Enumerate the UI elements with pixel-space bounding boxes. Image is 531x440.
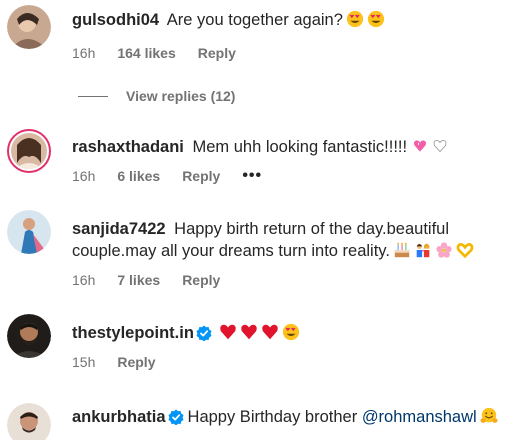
avatar-image: [7, 210, 51, 254]
avatar-image: [7, 314, 51, 358]
comment-meta: 16h 164 likes Reply: [72, 45, 521, 61]
avatar[interactable]: [7, 129, 51, 173]
red-heart-emoji-icon: [241, 324, 257, 340]
heart-eyes-emoji-icon: [282, 323, 300, 341]
comment-body: Are you together again?: [166, 11, 343, 29]
couple-emoji-icon: [416, 243, 430, 258]
comment-meta: 16h 7 likes Reply: [72, 272, 521, 288]
comment-username[interactable]: ankurbhatia: [72, 408, 166, 426]
more-options-icon[interactable]: •••: [242, 167, 262, 185]
cherry-blossom-emoji-icon: [436, 242, 452, 258]
comment-meta: 15h Reply: [72, 354, 521, 370]
birthday-cake-emoji-icon: [394, 242, 410, 258]
reply-button[interactable]: Reply: [182, 272, 220, 288]
comment-text: thestylepoint.in: [72, 322, 521, 344]
comment-time[interactable]: 16h: [72, 45, 95, 61]
comment-text: sanjida7422 Happy birth return of the da…: [72, 218, 521, 262]
comment-likes[interactable]: 7 likes: [117, 272, 160, 288]
avatar[interactable]: [7, 403, 51, 440]
comment-body: Mem uhh looking fantastic!!!!!: [192, 138, 408, 156]
sparkling-heart-emoji-icon: [414, 140, 427, 152]
hugging-face-emoji-icon: [480, 407, 498, 423]
heart-eyes-emoji-icon: [346, 10, 364, 28]
comment-time[interactable]: 16h: [72, 272, 95, 288]
avatar-image: [7, 5, 51, 49]
verified-badge-icon: [168, 409, 184, 425]
comment-username[interactable]: rashaxthadani: [72, 138, 184, 156]
view-replies-label: View replies (12): [126, 88, 236, 104]
comment-likes[interactable]: 6 likes: [117, 168, 160, 184]
red-heart-emoji-icon: [262, 324, 278, 340]
avatar[interactable]: [7, 314, 51, 358]
avatar-image: [7, 403, 51, 440]
reply-button[interactable]: Reply: [182, 168, 220, 184]
comment-username[interactable]: sanjida7422: [72, 220, 166, 238]
view-replies-button[interactable]: View replies (12): [78, 88, 235, 104]
comment-body: Happy Birthday brother: [187, 408, 358, 426]
comment-time[interactable]: 16h: [72, 168, 95, 184]
avatar-image: [11, 133, 47, 169]
avatar[interactable]: [7, 210, 51, 254]
comment-username[interactable]: thestylepoint.in: [72, 324, 194, 342]
comment-username[interactable]: gulsodhi04: [72, 11, 159, 29]
comment-meta: 16h 6 likes Reply •••: [72, 167, 521, 185]
mention-link[interactable]: @rohmanshawl: [362, 408, 477, 426]
heart-hands-emoji-icon: [456, 243, 474, 259]
heart-eyes-emoji-icon: [367, 10, 385, 28]
comment-time[interactable]: 15h: [72, 354, 95, 370]
comment-likes[interactable]: 164 likes: [117, 45, 175, 61]
comment-text: rashaxthadani Mem uhh looking fantastic!…: [72, 136, 521, 158]
white-heart-emoji-icon: [433, 139, 447, 153]
replies-divider: [78, 95, 108, 97]
reply-button[interactable]: Reply: [117, 354, 155, 370]
red-heart-emoji-icon: [220, 324, 236, 340]
comment-text: ankurbhatia Happy Birthday brother @rohma…: [72, 406, 521, 428]
comment-text: gulsodhi04 Are you together again?: [72, 9, 521, 31]
reply-button[interactable]: Reply: [198, 45, 236, 61]
avatar[interactable]: [7, 5, 51, 49]
verified-badge-icon: [196, 325, 212, 341]
